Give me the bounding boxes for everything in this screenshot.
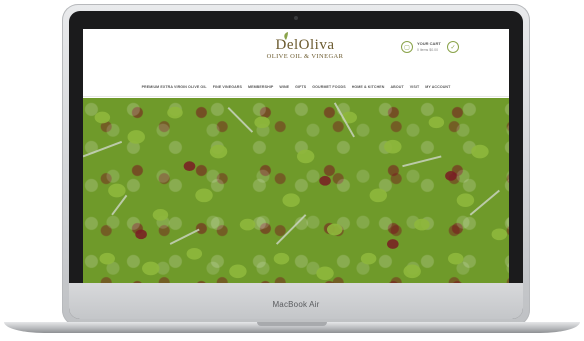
nav-item-visit[interactable]: Visit xyxy=(410,85,420,95)
laptop-chin: MacBook Air xyxy=(69,283,523,319)
site-header: DelOliva OLIVE OIL & VINEGAR ▢ YOUR CART… xyxy=(83,29,509,77)
screen-bezel: DelOliva OLIVE OIL & VINEGAR ▢ YOUR CART… xyxy=(69,11,523,319)
website-screen: DelOliva OLIVE OIL & VINEGAR ▢ YOUR CART… xyxy=(83,29,509,283)
cart-icon[interactable]: ▢ xyxy=(401,41,413,53)
nav-item-membership[interactable]: Membership xyxy=(248,85,273,95)
nav-item-olive-oil[interactable]: Premium Extra Virgin Olive Oil xyxy=(142,85,207,95)
main-navigation: Premium Extra Virgin Olive Oil Fine Vine… xyxy=(83,85,509,95)
leaf-icon xyxy=(284,32,288,40)
camera-icon xyxy=(294,16,298,20)
laptop-notch xyxy=(257,322,327,326)
site-logo[interactable]: DelOliva OLIVE OIL & VINEGAR xyxy=(260,32,350,60)
nav-divider xyxy=(83,96,509,97)
laptop-lid: DelOliva OLIVE OIL & VINEGAR ▢ YOUR CART… xyxy=(62,4,530,326)
laptop-base xyxy=(4,322,580,333)
device-brand-label: MacBook Air xyxy=(272,300,320,309)
cart-count: 0 items $0.00 xyxy=(417,48,439,52)
nav-item-gourmet-foods[interactable]: Gourmet Foods xyxy=(312,85,345,95)
olive-pattern xyxy=(83,102,508,281)
nav-item-vinegars[interactable]: Fine Vinegars xyxy=(213,85,242,95)
nav-item-about[interactable]: About xyxy=(390,85,403,95)
cart-widget[interactable]: ▢ YOUR CART 0 items $0.00 xyxy=(401,41,441,53)
nav-item-wine[interactable]: Wine xyxy=(279,85,289,95)
nav-item-my-account[interactable]: My Account xyxy=(425,85,450,95)
nav-item-gifts[interactable]: Gifts xyxy=(295,85,306,95)
checkout-icon: ✓ xyxy=(447,41,459,53)
logo-tagline: OLIVE OIL & VINEGAR xyxy=(266,53,344,60)
checkout-button[interactable]: ✓ xyxy=(447,41,459,53)
logo-wordmark: DelOliva xyxy=(275,37,335,53)
nav-item-home-kitchen[interactable]: Home & Kitchen xyxy=(352,85,385,95)
hero-olive-image xyxy=(83,98,509,283)
